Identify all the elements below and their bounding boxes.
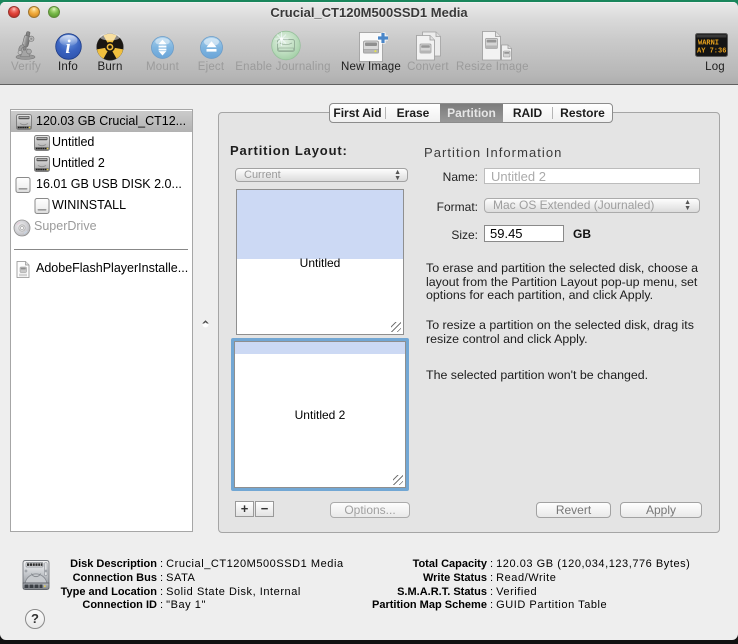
svg-text:i: i	[65, 37, 71, 58]
svg-text:WARNI: WARNI	[698, 40, 719, 48]
svg-text:AY 7:36: AY 7:36	[697, 48, 726, 56]
